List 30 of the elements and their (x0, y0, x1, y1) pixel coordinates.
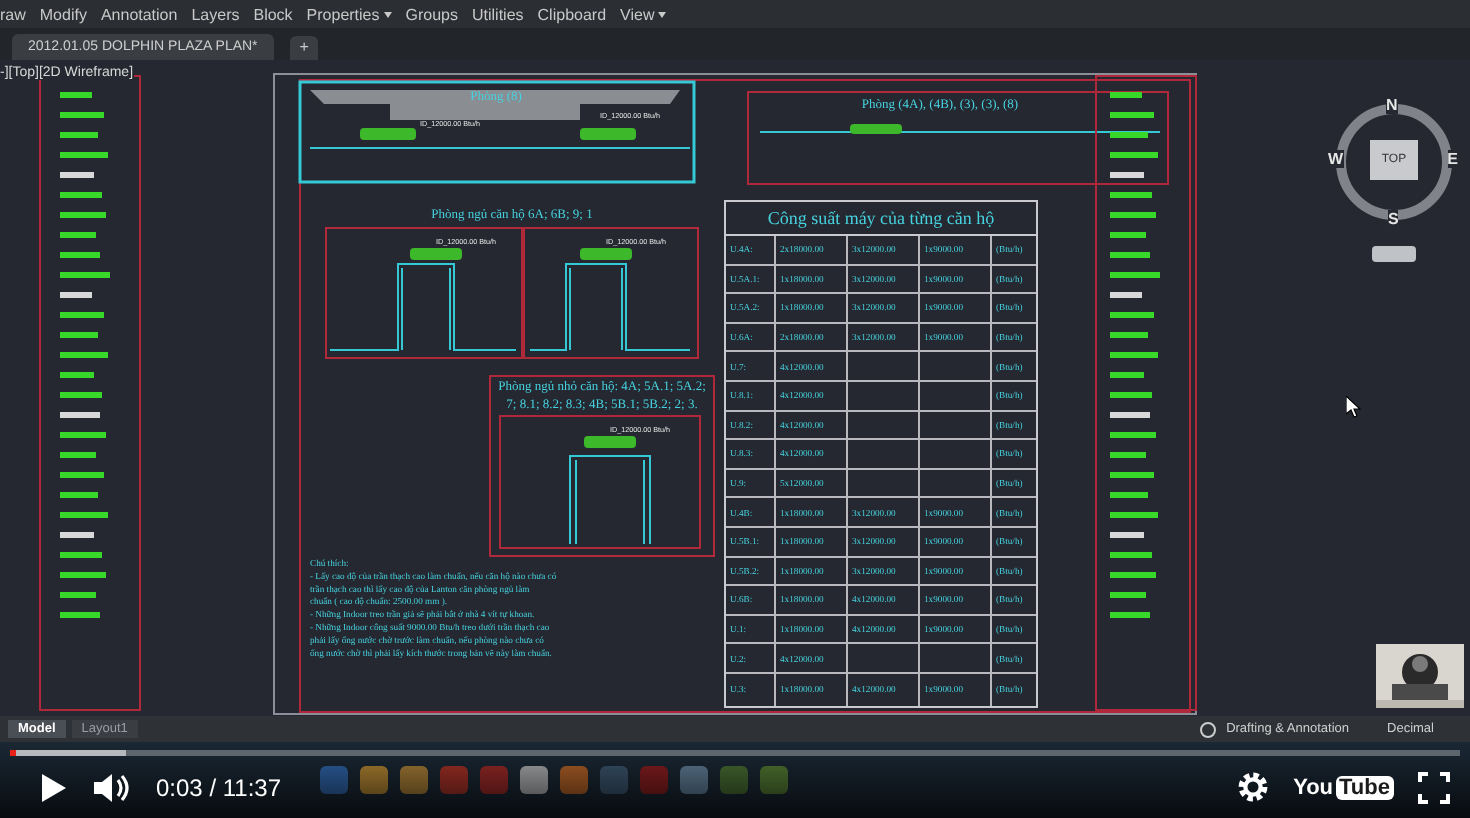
taskbar-app-icon[interactable] (720, 766, 748, 794)
taskbar-app-icon[interactable] (560, 766, 588, 794)
menu-item[interactable]: Groups (405, 5, 458, 23)
menu-item[interactable]: Properties (306, 5, 392, 23)
new-tab-button[interactable]: + (289, 36, 319, 60)
video-time: 0:03 / 11:37 (156, 773, 281, 801)
volume-icon[interactable] (92, 771, 132, 803)
menu-item[interactable]: Layers (191, 5, 240, 23)
progress-track[interactable] (10, 750, 1460, 756)
taskbar-app-icon[interactable] (360, 766, 388, 794)
taskbar-app-icon[interactable] (520, 766, 548, 794)
compass-letter: N (1386, 96, 1398, 114)
menu-item[interactable]: Block (253, 5, 293, 23)
menu-item[interactable]: Modify (39, 5, 87, 23)
taskbar-app-icon[interactable] (400, 766, 428, 794)
taskbar-app-icon[interactable] (320, 766, 348, 794)
fullscreen-icon[interactable] (1418, 771, 1450, 803)
taskbar-app-icon[interactable] (680, 766, 708, 794)
cursor-icon (1346, 396, 1362, 418)
menu-item[interactable]: Annotation (100, 5, 178, 23)
compass-letter: E (1447, 150, 1458, 168)
compass-letter: W (1328, 150, 1344, 168)
menu-item[interactable]: raw (0, 5, 26, 23)
compass-letter: S (1388, 210, 1399, 228)
table-title: Công suất máy của từng căn hộ (726, 202, 1036, 236)
taskbar-app-icon[interactable] (760, 766, 788, 794)
menu-item[interactable]: Clipboard (537, 5, 607, 23)
menu-item[interactable]: View (620, 5, 667, 23)
play-icon[interactable] (40, 771, 68, 803)
menu-item[interactable]: Utilities (472, 5, 524, 23)
